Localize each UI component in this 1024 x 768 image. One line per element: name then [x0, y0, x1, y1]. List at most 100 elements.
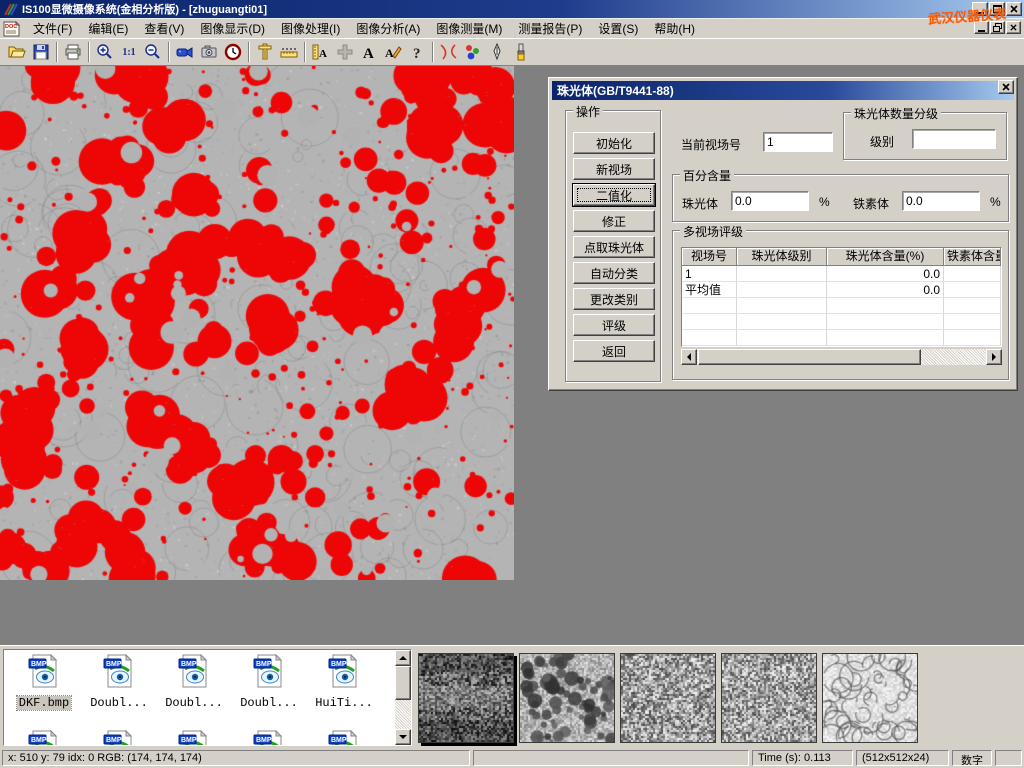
col-ferrite-content[interactable]: 铁素体含量(%) — [944, 248, 1001, 266]
zoom-in-button[interactable] — [93, 41, 117, 64]
move-tool-button[interactable] — [333, 41, 357, 64]
scroll-down-button[interactable] — [395, 729, 411, 745]
file-icon-slot: BMP — [327, 675, 361, 692]
thumbnail-2[interactable] — [519, 653, 615, 743]
open-button[interactable] — [5, 41, 29, 64]
ferrite-unit: % — [990, 195, 1001, 209]
menu-report[interactable]: 测量报告(P) — [510, 18, 590, 39]
change-class-button[interactable]: 更改类别 — [573, 288, 655, 310]
caliper-measure-button[interactable] — [253, 41, 277, 64]
bmp-file-icon: BMP — [27, 654, 61, 688]
file-label[interactable]: Doubl... — [238, 696, 300, 710]
mdi-close-button[interactable] — [1006, 21, 1021, 34]
video-capture-button[interactable] — [173, 41, 197, 64]
correct-button[interactable]: 修正 — [573, 210, 655, 232]
scroll-thumb[interactable] — [395, 666, 411, 700]
current-field-input[interactable] — [763, 132, 833, 152]
status-empty-panel — [473, 750, 749, 766]
table-row[interactable]: 平均值 0.0 — [682, 282, 1001, 298]
file-label[interactable]: HuiTi... — [313, 696, 375, 710]
table-row[interactable] — [682, 298, 1001, 314]
svg-text:A: A — [319, 48, 327, 60]
col-pearlite-content[interactable]: 珠光体含量(%) — [827, 248, 944, 266]
cell — [944, 314, 1001, 329]
menu-settings[interactable]: 设置(S) — [590, 18, 646, 39]
curve-tool-button[interactable] — [437, 41, 461, 64]
pearlite-input[interactable] — [731, 191, 809, 211]
initialize-button[interactable]: 初始化 — [573, 132, 655, 154]
col-pearlite-grade[interactable]: 珠光体级别 — [737, 248, 827, 266]
file-item[interactable]: BMP Doubl... — [83, 654, 155, 711]
scroll-left-button[interactable] — [681, 349, 697, 365]
maximize-button[interactable] — [989, 2, 1005, 16]
phase-marker-button[interactable] — [461, 41, 485, 64]
photo-capture-button[interactable] — [197, 41, 221, 64]
dialog-close-button[interactable] — [998, 80, 1014, 94]
close-button[interactable] — [1006, 2, 1022, 16]
scroll-up-button[interactable] — [395, 650, 411, 666]
table-row[interactable] — [682, 330, 1001, 346]
cell — [944, 330, 1001, 345]
help-button[interactable]: ? — [405, 41, 429, 64]
cell — [737, 282, 827, 297]
scroll-right-button[interactable] — [986, 349, 1002, 365]
file-item[interactable]: BMP Doubl... — [233, 654, 305, 711]
file-item[interactable]: BMP — [83, 730, 155, 746]
auto-classify-button[interactable]: 自动分类 — [573, 262, 655, 284]
text-tool-button[interactable]: A — [357, 41, 381, 64]
new-field-button[interactable]: 新视场 — [573, 158, 655, 180]
thumbnail-5[interactable] — [822, 653, 918, 743]
thumbnail-3[interactable] — [620, 653, 716, 743]
thumbnail-1[interactable] — [418, 653, 514, 743]
file-item[interactable]: BMP Doubl... — [158, 654, 230, 711]
file-item[interactable]: BMP HuiTi... — [308, 654, 380, 711]
scroll-thumb[interactable] — [698, 349, 921, 365]
binarize-button[interactable]: 二值化 — [573, 184, 655, 206]
file-label[interactable]: Doubl... — [88, 696, 150, 710]
table-row[interactable] — [682, 314, 1001, 330]
dialog-title-bar[interactable]: 珠光体(GB/T9441-88) — [552, 81, 1014, 100]
mdi-minimize-button[interactable] — [974, 21, 989, 34]
cell: 0.0 — [827, 266, 944, 281]
save-button[interactable] — [29, 41, 53, 64]
file-item[interactable]: BMP — [8, 730, 80, 746]
file-item[interactable]: BMP — [158, 730, 230, 746]
menu-edit[interactable]: 编辑(E) — [80, 18, 136, 39]
pick-pearlite-button[interactable]: 点取珠光体 — [573, 236, 655, 258]
menu-view[interactable]: 查看(V) — [136, 18, 192, 39]
timer-button[interactable] — [221, 41, 245, 64]
return-button[interactable]: 返回 — [573, 340, 655, 362]
file-item[interactable]: BMP — [308, 730, 380, 746]
rate-button[interactable]: 评级 — [573, 314, 655, 336]
print-button[interactable] — [61, 41, 85, 64]
menu-image-processing[interactable]: 图像处理(I) — [273, 18, 348, 39]
file-item[interactable]: BMP — [233, 730, 305, 746]
brush-tool-button[interactable] — [509, 41, 533, 64]
file-label[interactable]: Doubl... — [163, 696, 225, 710]
col-field-no[interactable]: 视场号 — [682, 248, 737, 266]
annotate-button[interactable]: A — [381, 41, 405, 64]
menu-image-display[interactable]: 图像显示(D) — [192, 18, 273, 39]
minimize-button[interactable] — [972, 2, 988, 16]
ruler-measure-button[interactable] — [277, 41, 301, 64]
table-row[interactable]: 1 0.0 — [682, 266, 1001, 282]
calibrate-button[interactable]: A — [309, 41, 333, 64]
browser-vscrollbar[interactable] — [395, 650, 411, 745]
file-label-selected[interactable]: DKF.bmp — [17, 696, 71, 710]
menu-file[interactable]: 文件(F) — [25, 18, 80, 39]
grade-input[interactable] — [912, 129, 996, 149]
svg-text:BMP: BMP — [181, 661, 197, 668]
menu-help[interactable]: 帮助(H) — [646, 18, 703, 39]
thumbnail-4[interactable] — [721, 653, 817, 743]
table-hscrollbar[interactable] — [681, 349, 1002, 365]
menu-image-measure[interactable]: 图像测量(M) — [428, 18, 510, 39]
actual-size-button[interactable]: 1:1 — [117, 41, 141, 64]
zoom-out-button[interactable] — [141, 41, 165, 64]
mdi-restore-button[interactable] — [990, 21, 1005, 34]
specimen-image[interactable] — [0, 66, 514, 580]
pen-tool-button[interactable] — [485, 41, 509, 64]
menu-image-analysis[interactable]: 图像分析(A) — [348, 18, 428, 39]
pen-icon — [488, 43, 506, 61]
ferrite-input[interactable] — [902, 191, 980, 211]
file-item[interactable]: BMP DKF.bmp — [8, 654, 80, 711]
